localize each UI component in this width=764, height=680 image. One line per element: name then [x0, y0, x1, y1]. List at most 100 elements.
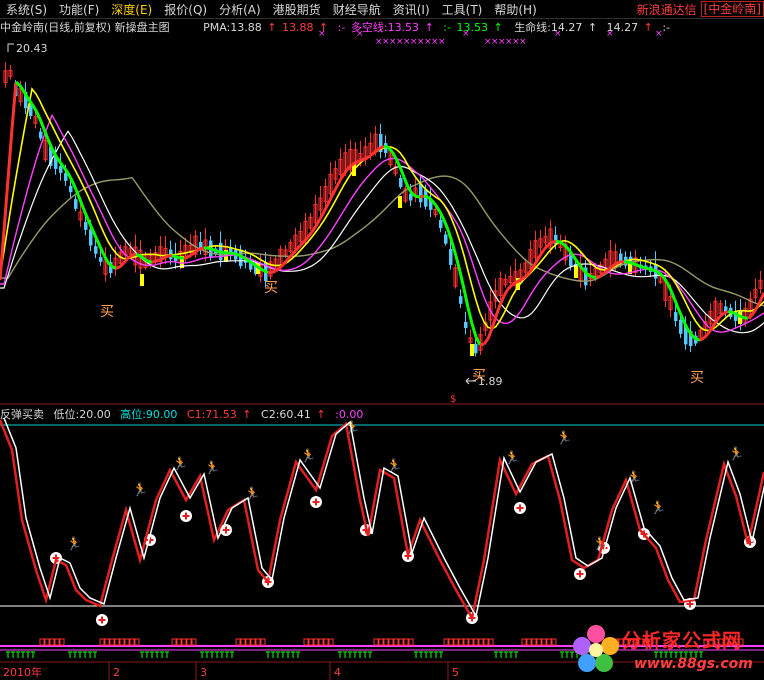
signal-x-icon: × — [356, 29, 364, 39]
strip-up-bar — [260, 638, 266, 646]
strip-down-mark — [83, 651, 87, 658]
candle-body — [439, 219, 443, 229]
duokong-segment — [306, 230, 314, 239]
strip-up-bar — [235, 638, 241, 646]
duokong-segment — [111, 265, 117, 270]
strip-up-bar — [443, 638, 449, 646]
strip-up-bar — [468, 638, 474, 646]
duokong-segment — [231, 251, 237, 256]
duokong-segment — [506, 283, 514, 291]
duokong-segment — [523, 273, 529, 279]
strip-down-mark — [21, 651, 25, 658]
strip-down-mark — [6, 651, 10, 658]
strip-up-bar — [531, 638, 537, 646]
strip-down-mark — [68, 651, 72, 658]
buy-signal-label: 买 — [100, 304, 114, 320]
strip-up-bar — [313, 638, 319, 646]
strip-up-bar — [39, 638, 45, 646]
white-ma-line — [0, 130, 764, 334]
duokong-segment — [102, 254, 110, 264]
duokong-segment — [502, 288, 510, 297]
watermark-title: 分析家公式网 — [622, 630, 743, 652]
strip-down-mark — [230, 651, 234, 658]
candle-body — [84, 222, 88, 230]
strip-down-mark — [281, 651, 285, 658]
signal-x-icon: × — [438, 37, 446, 47]
strip-down-mark — [140, 651, 144, 658]
buy-signal-label: 买 — [690, 370, 704, 386]
duokong-segment — [706, 327, 714, 335]
duokong-segment — [147, 259, 153, 264]
duokong-segment — [46, 138, 54, 150]
strip-up-bar — [453, 638, 459, 646]
candle-body — [69, 185, 73, 193]
candle-body — [464, 321, 468, 329]
stock-chart-window: 系统(S) 功能(F) 深度(E) 报价(Q) 分析(A) 港股期货 财经导航 资讯(I) 工具… — [0, 0, 764, 680]
duokong-segment — [326, 195, 334, 205]
duokong-segment — [723, 310, 729, 315]
strip-up-bar — [546, 638, 552, 646]
strip-down-mark — [31, 651, 35, 658]
duokong-segment — [243, 256, 249, 262]
strip-up-bar — [54, 638, 60, 646]
candle-body — [99, 257, 103, 262]
high-marker-icon — [7, 43, 14, 52]
runner-icon: 🏃 — [626, 470, 642, 486]
runner-icon: 🏃 — [300, 448, 316, 464]
duokong-segment — [587, 273, 593, 279]
duokong-segment — [595, 274, 601, 279]
sub-indicator-curves — [0, 417, 764, 622]
duokong-segment — [482, 337, 490, 346]
strip-up-bar — [250, 638, 256, 646]
duokong-segment — [747, 314, 753, 320]
moving-average-lines: × × × × × × × × × × × × × × × ×× × × × × × — [0, 29, 764, 347]
buy-signal-label: 买 — [264, 280, 278, 296]
strip-up-bar — [44, 638, 50, 646]
strip-up-bar — [458, 638, 464, 646]
chart-canvas[interactable]: × × × × × × × × × × × × × × × ×× × × × × × 买买买买 20.43 1.89 $… — [0, 0, 764, 680]
strip-down-mark — [78, 651, 82, 658]
duokong-segment — [739, 314, 745, 320]
strip-down-mark — [348, 651, 352, 658]
duokong-segment — [155, 258, 161, 263]
strip-down-mark — [271, 651, 275, 658]
strip-down-mark — [494, 651, 498, 658]
duokong-segment — [519, 276, 525, 282]
duokong-segment — [511, 281, 517, 287]
duokong-segment — [406, 186, 414, 195]
runner-icon: 🏃 — [386, 458, 402, 474]
highlight-bar — [140, 274, 144, 286]
runner-icon: 🏃 — [132, 482, 148, 498]
duokong-segment — [383, 144, 389, 149]
strip-up-bar — [171, 638, 177, 646]
duokong-segment — [735, 312, 741, 318]
duokong-segment — [627, 260, 633, 265]
runner-icon: 🏃 — [204, 460, 220, 476]
strip-up-bar — [124, 638, 130, 646]
duokong-segment — [702, 332, 710, 340]
duokong-segment — [30, 103, 38, 112]
strip-up-bar — [245, 638, 251, 646]
duokong-segment — [367, 153, 373, 159]
strip-down-mark — [266, 651, 270, 658]
strip-up-bar — [488, 638, 494, 646]
duokong-segment — [175, 255, 181, 260]
candle-body — [444, 234, 448, 244]
strip-down-mark — [514, 651, 518, 658]
duokong-segment — [2, 179, 10, 231]
signal-x-icon: × — [462, 29, 470, 39]
strip-up-bar — [403, 638, 409, 646]
duokong-segment — [310, 224, 318, 233]
duokong-segment — [62, 166, 70, 174]
flower-logo-icon — [573, 625, 619, 672]
c1-line — [0, 419, 764, 622]
strip-up-bar — [393, 638, 399, 646]
duokong-segment — [66, 172, 74, 182]
candle-body — [474, 343, 478, 354]
duokong-segment — [235, 252, 241, 257]
strip-up-bar — [463, 638, 469, 646]
strip-up-bar — [551, 638, 557, 646]
duokong-segment — [423, 194, 429, 199]
duokong-segment — [515, 278, 521, 284]
duokong-segment — [90, 227, 98, 239]
